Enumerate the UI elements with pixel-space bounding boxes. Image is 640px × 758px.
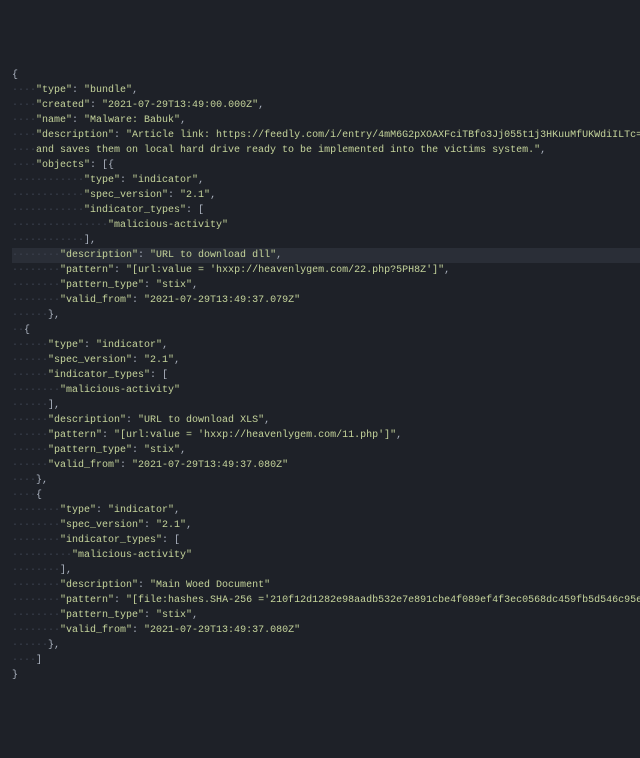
code-line: ········"pattern_type": "stix", [12,278,640,293]
code-line: ········"malicious-activity" [12,383,640,398]
code-line: ········"pattern_type": "stix", [12,608,640,623]
code-line: ············], [12,233,640,248]
code-line: ····"description": "Article link: https:… [12,128,640,143]
code-line: ····"created": "2021-07-29T13:49:00.000Z… [12,98,640,113]
code-line: ······"indicator_types": [ [12,368,640,383]
code-line: ········"valid_from": "2021-07-29T13:49:… [12,623,640,638]
code-line: ····"type": "bundle", [12,83,640,98]
code-line: ····and saves them on local hard drive r… [12,143,640,158]
code-line: ······"spec_version": "2.1", [12,353,640,368]
code-line: ············"indicator_types": [ [12,203,640,218]
code-line: ······"type": "indicator", [12,338,640,353]
code-line: ······], [12,398,640,413]
code-line: ······}, [12,638,640,653]
code-line: ··{ [12,323,640,338]
code-line: ····}, [12,473,640,488]
code-line: ········"description": "Main Woed Docume… [12,578,640,593]
code-line: ········"description": "URL to download … [12,248,640,263]
code-line: ····"objects": [{ [12,158,640,173]
code-line: } [12,668,640,683]
code-line: ········"valid_from": "2021-07-29T13:49:… [12,293,640,308]
code-line: ········], [12,563,640,578]
code-line: ········"indicator_types": [ [12,533,640,548]
code-line: ······"description": "URL to download XL… [12,413,640,428]
code-line: ······}, [12,308,640,323]
code-viewer: {····"type": "bundle",····"created": "20… [12,68,640,683]
code-line: ········"pattern": "[url:value = 'hxxp:/… [12,263,640,278]
code-line: ······"pattern": "[url:value = 'hxxp://h… [12,428,640,443]
code-line: { [12,68,640,83]
code-line: ················"malicious-activity" [12,218,640,233]
code-line: ······"pattern_type": "stix", [12,443,640,458]
code-line: ········"pattern": "[file:hashes.SHA-256… [12,593,640,608]
code-line: ········"spec_version": "2.1", [12,518,640,533]
code-line: ······"valid_from": "2021-07-29T13:49:37… [12,458,640,473]
code-line: ··········"malicious-activity" [12,548,640,563]
code-line: ····{ [12,488,640,503]
code-line: ········"type": "indicator", [12,503,640,518]
code-line: ····] [12,653,640,668]
code-line: ····"name": "Malware: Babuk", [12,113,640,128]
code-line: ············"type": "indicator", [12,173,640,188]
code-line: ············"spec_version": "2.1", [12,188,640,203]
